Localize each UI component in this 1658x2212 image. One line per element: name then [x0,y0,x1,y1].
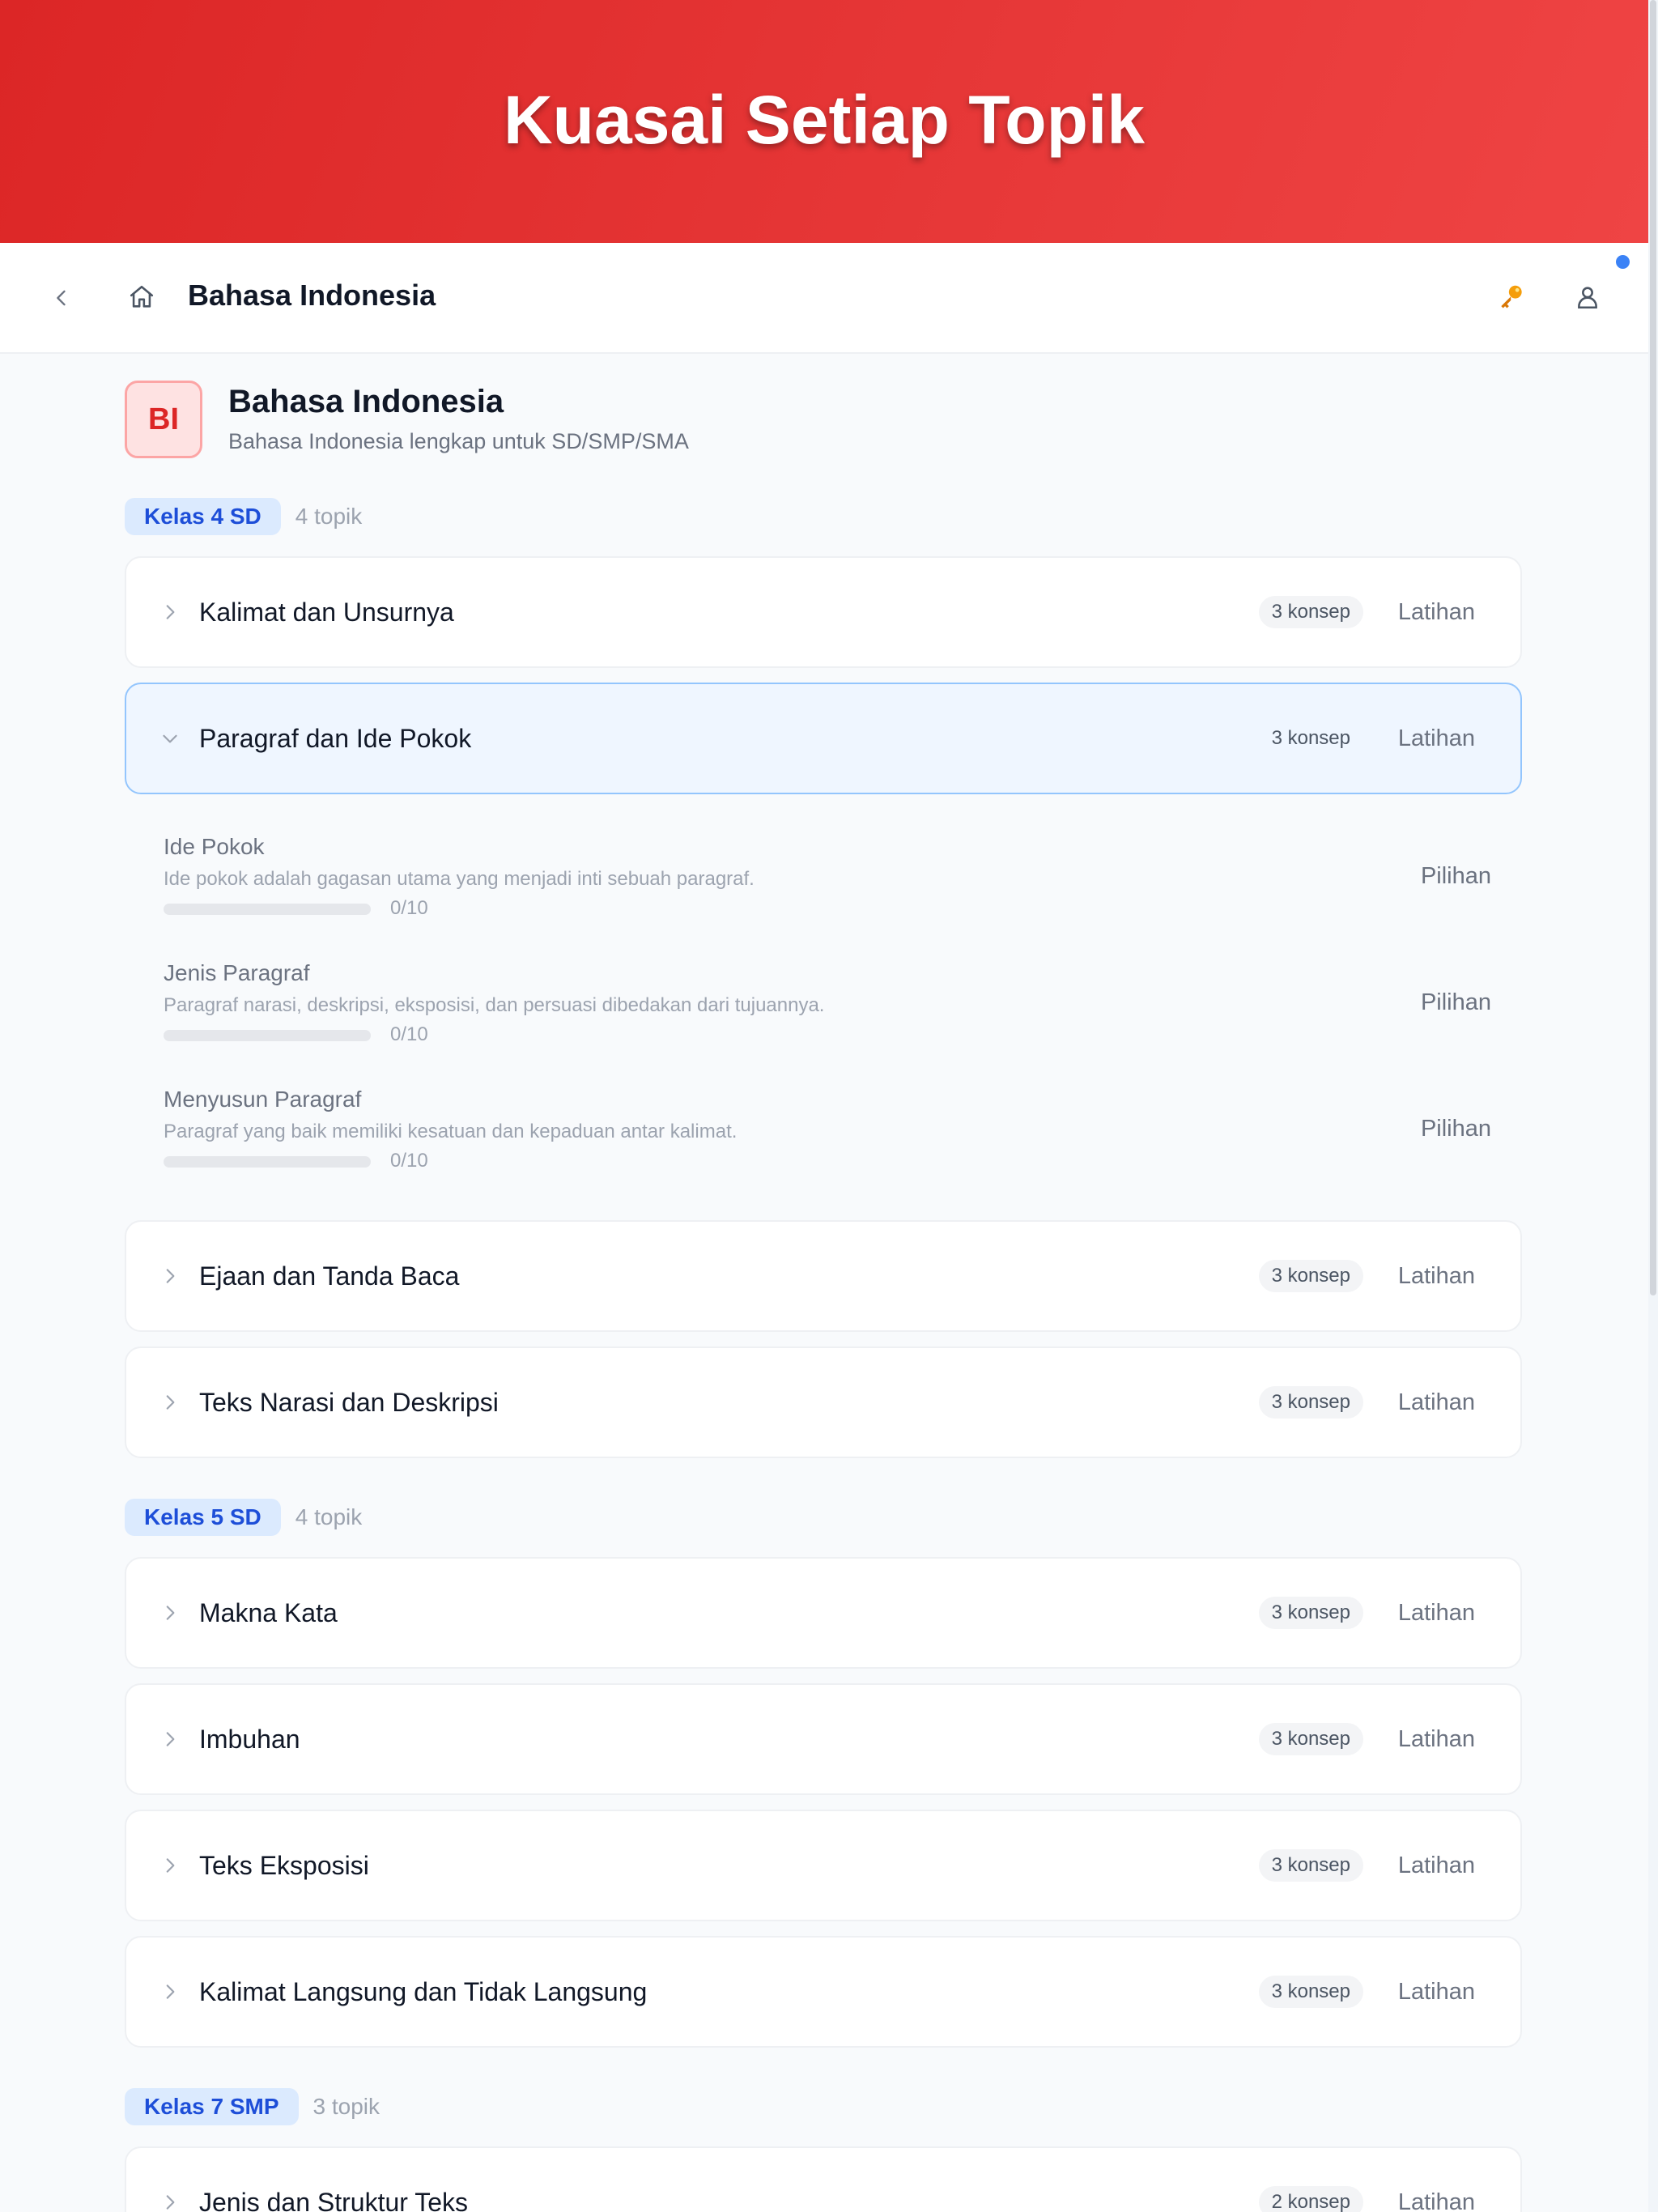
concept-count-badge: 3 konsep [1271,727,1350,749]
concept-progress-bar [164,1156,371,1168]
concept-name: Ide Pokok [164,834,265,859]
grade-header: Kelas 7 SMP 3 topik [125,2088,380,2125]
notification-dot [1616,255,1630,269]
concept-count-badge: 3 konsep [1258,1849,1363,1882]
grade-badge: Kelas 5 SD [125,1499,281,1536]
key-icon [1501,285,1522,308]
topic-name: Teks Narasi dan Deskripsi [199,1387,499,1417]
hero-banner: Kuasai Setiap Topik [0,0,1648,243]
topic-card[interactable]: Teks Narasi dan Deskripsi 3 konsep Latih… [125,1346,1522,1458]
scrollbar-thumb[interactable] [1650,0,1656,1295]
subject-logo: BI [125,381,202,458]
topic-card[interactable]: Ejaan dan Tanda Baca 3 konsep Latihan [125,1220,1522,1332]
topic-card[interactable]: Kalimat dan Unsurnya 3 konsep Latihan [125,556,1522,668]
top-navigation-bar: Bahasa Indonesia [0,243,1648,354]
grade-badge: Kelas 4 SD [125,498,281,535]
grade-header: Kelas 4 SD 4 topik [125,498,362,535]
practice-button[interactable]: Latihan [1398,1726,1475,1753]
concept-description: Paragraf yang baik memiliki kesatuan dan… [164,1121,738,1142]
concept-count-badge: 3 konsep [1258,596,1363,628]
practice-button[interactable]: Latihan [1398,725,1475,752]
concept-name: Menyusun Paragraf [164,1087,362,1112]
topic-name: Jenis dan Struktur Teks [199,2187,469,2212]
home-icon [130,285,154,308]
practice-button[interactable]: Latihan [1398,1853,1475,1879]
topic-card[interactable]: Kalimat Langsung dan Tidak Langsung 3 ko… [125,1936,1522,2048]
chevron-right-icon [155,1725,185,1754]
chevron-right-icon [155,598,185,627]
topic-card[interactable]: Makna Kata 3 konsep Latihan [125,1557,1522,1669]
grade-topic-count: 3 topik [312,2094,380,2119]
topic-name: Ejaan dan Tanda Baca [199,1261,460,1291]
concept-progress-text: 0/10 [390,1023,428,1045]
home-button[interactable] [121,277,162,317]
user-icon [1578,287,1597,309]
topic-name: Teks Eksposisi [199,1850,369,1880]
topic-name: Imbuhan [199,1724,300,1754]
chevron-right-icon [155,1261,185,1291]
page-title: Bahasa Indonesia [188,279,436,312]
grade-topic-count: 4 topik [295,1504,363,1529]
profile-button[interactable] [1566,275,1609,319]
concept-count-badge: 3 konsep [1258,1976,1363,2008]
practice-button[interactable]: Latihan [1398,1389,1475,1416]
chevron-right-icon [155,2188,185,2212]
options-button[interactable]: Pilihan [1421,1116,1491,1142]
concept-count-badge: 2 konsep [1258,2186,1363,2212]
concept-item[interactable]: Jenis Paragraf Paragraf narasi, deskrips… [164,960,1491,1057]
options-button[interactable]: Pilihan [1421,989,1491,1016]
options-button[interactable]: Pilihan [1421,863,1491,890]
chevron-right-icon [155,1388,185,1417]
subject-name: Bahasa Indonesia [228,384,504,419]
subject-description: Bahasa Indonesia lengkap untuk SD/SMP/SM… [228,429,689,453]
practice-button[interactable]: Latihan [1398,2189,1475,2212]
practice-button[interactable]: Latihan [1398,1979,1475,2006]
chevron-left-icon [57,290,66,306]
concept-name: Jenis Paragraf [164,960,310,985]
topic-card[interactable]: Imbuhan 3 konsep Latihan [125,1683,1522,1795]
chevron-right-icon [155,1598,185,1627]
practice-button[interactable]: Latihan [1398,599,1475,626]
practice-button[interactable]: Latihan [1398,1263,1475,1290]
concept-progress-text: 0/10 [390,1150,428,1172]
chevron-down-icon [155,724,185,753]
concept-count-badge: 3 konsep [1258,1260,1363,1292]
grade-topic-count: 4 topik [295,504,363,529]
back-button[interactable] [42,279,81,317]
concept-progress-bar [164,1030,371,1041]
concept-count-badge: 3 konsep [1258,1723,1363,1755]
concept-description: Ide pokok adalah gagasan utama yang menj… [164,868,755,890]
practice-button[interactable]: Latihan [1398,1600,1475,1627]
topic-card-expanded[interactable]: Paragraf dan Ide Pokok 3 konsep Latihan [125,683,1522,794]
concept-count-badge: 3 konsep [1258,1597,1363,1629]
concept-description: Paragraf narasi, deskripsi, eksposisi, d… [164,994,825,1016]
concept-item[interactable]: Menyusun Paragraf Paragraf yang baik mem… [164,1087,1491,1184]
grade-header: Kelas 5 SD 4 topik [125,1499,362,1536]
concept-progress-text: 0/10 [390,897,428,919]
topic-card[interactable]: Teks Eksposisi 3 konsep Latihan [125,1810,1522,1921]
chevron-right-icon [155,1851,185,1880]
topic-name: Kalimat Langsung dan Tidak Langsung [199,1976,648,2006]
topic-name: Paragraf dan Ide Pokok [199,723,472,753]
topic-name: Makna Kata [199,1597,338,1627]
banner-title: Kuasai Setiap Topik [504,81,1145,158]
concept-item[interactable]: Ide Pokok Ide pokok adalah gagasan utama… [164,834,1491,931]
grade-badge: Kelas 7 SMP [125,2088,299,2125]
chevron-right-icon [155,1977,185,2006]
concept-progress-bar [164,904,371,915]
concept-count-badge: 3 konsep [1258,1386,1363,1419]
access-key-button[interactable] [1490,275,1533,319]
topic-card[interactable]: Jenis dan Struktur Teks 2 konsep Latihan [125,2146,1522,2212]
topic-name: Kalimat dan Unsurnya [199,597,454,627]
